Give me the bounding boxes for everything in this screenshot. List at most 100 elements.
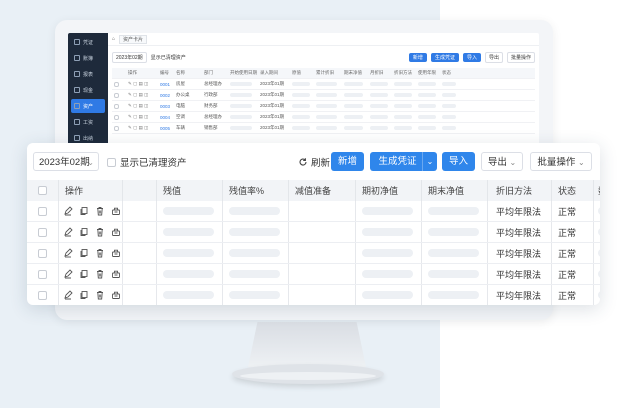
mini-period-cell: 2023年01期 xyxy=(260,92,285,97)
col-impairment[interactable]: 减值准备 xyxy=(289,180,356,201)
mini-code: 0004 xyxy=(160,114,171,120)
mini-code: 0003 xyxy=(160,103,171,109)
clear-asset-icon[interactable] xyxy=(111,206,121,216)
delete-icon[interactable] xyxy=(95,269,105,279)
col-residual[interactable]: 残值 xyxy=(157,180,223,201)
mini-placeholder xyxy=(370,125,388,130)
qty-cell xyxy=(594,264,600,284)
copy-icon[interactable] xyxy=(79,269,89,279)
chevron-down-icon[interactable]: ⌄ xyxy=(422,152,437,171)
table-row[interactable]: 平均年限法 正常 xyxy=(27,243,600,264)
col-residual-rate[interactable]: 残值率% xyxy=(223,180,289,201)
mini-code: 0005 xyxy=(160,125,171,131)
select-all-checkbox[interactable] xyxy=(38,186,47,195)
method-cell: 平均年限法 xyxy=(488,222,552,242)
mini-ops-icons: ✎ ▢ ▤ ◫ xyxy=(128,103,149,108)
mini-placeholder xyxy=(316,81,337,86)
refresh-button[interactable]: 刷新 xyxy=(298,155,330,169)
mini-col: 录入期间 xyxy=(260,70,278,75)
row-checkbox[interactable] xyxy=(38,248,47,258)
copy-icon[interactable] xyxy=(79,290,89,300)
mini-placeholder xyxy=(394,125,412,130)
residual-cell xyxy=(157,285,223,305)
col-status[interactable]: 状态 xyxy=(552,180,594,201)
import-button[interactable]: 导入 xyxy=(442,152,475,171)
generate-voucher-label: 生成凭证 xyxy=(378,156,417,167)
batch-ops-button[interactable]: 批量操作 ⌄ xyxy=(530,152,592,171)
placeholder-bar xyxy=(598,207,600,215)
mini-placeholder xyxy=(394,103,412,108)
row-checkbox[interactable] xyxy=(38,269,47,279)
residual-rate-cell xyxy=(223,243,289,263)
clear-asset-icon[interactable] xyxy=(111,248,121,258)
table-row[interactable]: 平均年限法 正常 xyxy=(27,264,600,285)
edit-icon[interactable] xyxy=(63,206,73,216)
mini-export-button: 导出 xyxy=(484,51,503,63)
mini-placeholder xyxy=(394,81,412,86)
delete-icon[interactable] xyxy=(95,227,105,237)
edit-icon[interactable] xyxy=(63,269,73,279)
edit-icon[interactable] xyxy=(63,248,73,258)
edit-icon[interactable] xyxy=(63,227,73,237)
export-label: 导出 xyxy=(487,157,507,168)
col-method[interactable]: 折旧方法 xyxy=(488,180,552,201)
mini-row-checkbox xyxy=(114,81,119,87)
mini-dept: 财务部 xyxy=(204,103,218,108)
refresh-icon xyxy=(298,157,308,167)
toolbar: 2023年02期 ⌄ 显示已清理资产 刷新 新增 生成凭证 ⌄ 导入 导出 ⌄ … xyxy=(27,143,600,180)
impairment-cell xyxy=(289,222,356,242)
mini-name: 办公桌 xyxy=(176,92,190,97)
mini-name: 空调 xyxy=(176,114,185,119)
placeholder-bar xyxy=(362,249,413,257)
table-row[interactable]: 平均年限法 正常 xyxy=(27,201,600,222)
mini-sidebar-item: 账簿 xyxy=(71,51,105,65)
show-cleared-toggle[interactable]: 显示已清理资产 xyxy=(107,155,187,169)
row-checkbox[interactable] xyxy=(38,206,47,216)
mini-placeholder xyxy=(370,92,388,97)
menu-icon xyxy=(74,103,80,109)
delete-icon[interactable] xyxy=(95,290,105,300)
begin-net-cell xyxy=(356,201,422,221)
row-checkbox[interactable] xyxy=(38,227,47,237)
clear-asset-icon[interactable] xyxy=(111,227,121,237)
method-cell: 平均年限法 xyxy=(488,264,552,284)
placeholder-bar xyxy=(428,291,479,299)
export-button[interactable]: 导出 ⌄ xyxy=(481,152,523,171)
end-net-cell xyxy=(422,222,488,242)
show-cleared-checkbox[interactable] xyxy=(107,157,116,167)
edit-icon[interactable] xyxy=(63,290,73,300)
mini-row-checkbox xyxy=(114,103,119,109)
mini-row-checkbox xyxy=(114,114,119,120)
col-end-net[interactable]: 期末净值 xyxy=(422,180,488,201)
copy-icon[interactable] xyxy=(79,206,89,216)
table-row[interactable]: 平均年限法 正常 xyxy=(27,285,600,305)
copy-icon[interactable] xyxy=(79,248,89,258)
mini-placeholder xyxy=(316,114,337,119)
period-select[interactable]: 2023年02期 ⌄ xyxy=(33,152,99,171)
refresh-label: 刷新 xyxy=(311,158,331,169)
mini-placeholder xyxy=(442,92,457,97)
generate-voucher-button[interactable]: 生成凭证 ⌄ xyxy=(370,152,437,171)
add-button[interactable]: 新增 xyxy=(331,152,364,171)
method-cell: 平均年限法 xyxy=(488,285,552,305)
col-begin-net[interactable]: 期初净值 xyxy=(356,180,422,201)
mini-table-row: ✎ ▢ ▤ ◫ 0002 办公桌 行政部 2023年01期 xyxy=(112,90,535,101)
row-checkbox[interactable] xyxy=(38,290,47,300)
row-ops xyxy=(59,285,123,305)
monitor-base-top xyxy=(240,372,376,380)
qty-cell xyxy=(594,201,600,221)
table-row[interactable]: 平均年限法 正常 xyxy=(27,222,600,243)
mini-tabbar: ⌂ 资产卡片 xyxy=(108,33,539,46)
mini-table-row: ✎ ▢ ▤ ◫ 0005 车辆 销售部 2023年01期 xyxy=(112,123,535,134)
placeholder-bar xyxy=(163,270,214,278)
mini-placeholder xyxy=(344,81,364,86)
clear-asset-icon[interactable] xyxy=(111,269,121,279)
status-cell: 正常 xyxy=(552,264,594,284)
delete-icon[interactable] xyxy=(95,206,105,216)
mini-placeholder xyxy=(394,114,412,119)
copy-icon[interactable] xyxy=(79,227,89,237)
col-qty[interactable]: 数量 xyxy=(594,180,600,201)
clear-asset-icon[interactable] xyxy=(111,290,121,300)
delete-icon[interactable] xyxy=(95,248,105,258)
mini-sidebar-label: 报表 xyxy=(83,71,94,78)
